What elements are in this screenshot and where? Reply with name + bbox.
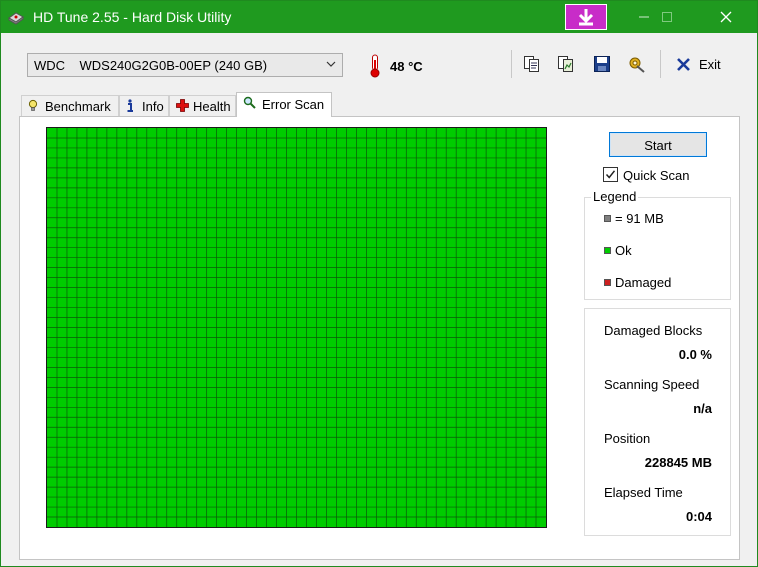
checkbox-box[interactable] xyxy=(603,167,618,182)
title-bar[interactable]: HD Tune 2.55 - Hard Disk Utility xyxy=(1,1,757,33)
maximize-icon xyxy=(662,12,672,22)
legend-title: Legend xyxy=(591,189,639,204)
scan-grid xyxy=(47,128,546,527)
scanning-speed-label: Scanning Speed xyxy=(604,377,700,392)
maximize-button[interactable] xyxy=(644,1,690,33)
scanning-speed-value: n/a xyxy=(693,401,712,416)
temperature-readout: 48 °C xyxy=(390,59,423,74)
exit-x-icon xyxy=(677,58,690,71)
tab-error-scan[interactable]: Error Scan xyxy=(236,92,332,117)
green-swatch-icon xyxy=(604,247,611,254)
legend-label: = 91 MB xyxy=(615,211,664,226)
quick-scan-label: Quick Scan xyxy=(623,168,690,183)
scan-grid-lines xyxy=(47,128,546,527)
window-title: HD Tune 2.55 - Hard Disk Utility xyxy=(33,9,232,25)
red-swatch-icon xyxy=(604,279,611,286)
start-button-label: Start xyxy=(644,138,672,153)
health-cross-icon xyxy=(176,99,189,112)
copy-info-icon[interactable] xyxy=(523,55,541,73)
damaged-blocks-value: 0.0 % xyxy=(678,347,712,362)
damaged-blocks-label: Damaged Blocks xyxy=(604,323,703,338)
copy-screenshot-icon[interactable] xyxy=(557,55,575,73)
position-value: 228845 MB xyxy=(644,455,712,470)
close-button[interactable] xyxy=(703,1,749,33)
drive-select[interactable]: WDC WDS240G2G0B-00EP (240 GB) xyxy=(27,53,343,77)
scan-stats-group xyxy=(584,308,731,536)
download-arrow-icon xyxy=(578,9,594,26)
gray-swatch-icon xyxy=(604,215,611,222)
tab-label: Health xyxy=(193,99,231,114)
tab-label: Benchmark xyxy=(45,99,111,114)
legend-label: Ok xyxy=(615,243,632,258)
tab-label: Info xyxy=(142,99,164,114)
legend-label: Damaged xyxy=(615,275,672,290)
drive-model: WDS240G2G0B-00EP (240 GB) xyxy=(79,58,268,73)
save-icon[interactable] xyxy=(593,55,611,73)
exit-label: Exit xyxy=(699,57,721,72)
elapsed-time-label: Elapsed Time xyxy=(604,485,683,500)
scan-block-map xyxy=(46,127,547,528)
toolbar-separator xyxy=(511,50,512,78)
magnifier-icon xyxy=(243,96,256,109)
app-window: HD Tune 2.55 - Hard Disk Utility WDC WDS… xyxy=(0,0,758,567)
options-gear-icon[interactable] xyxy=(628,55,646,73)
tab-health[interactable]: Health xyxy=(169,95,236,116)
lightbulb-icon xyxy=(28,99,38,111)
thermometer-icon xyxy=(370,54,380,78)
tab-info[interactable]: Info xyxy=(119,95,169,116)
chevron-down-icon xyxy=(326,61,336,67)
pin-button[interactable] xyxy=(565,4,607,30)
elapsed-time-value: 0:04 xyxy=(685,509,712,524)
tab-benchmark[interactable]: Benchmark xyxy=(21,95,119,116)
app-disk-icon xyxy=(8,12,24,25)
checkmark-icon xyxy=(605,170,616,179)
position-label: Position xyxy=(604,431,651,446)
toolbar-separator xyxy=(660,50,661,78)
drive-vendor: WDC xyxy=(34,58,66,73)
tab-label: Error Scan xyxy=(262,97,325,112)
start-button[interactable]: Start xyxy=(609,132,707,157)
close-icon xyxy=(720,11,732,23)
info-icon xyxy=(127,99,133,112)
